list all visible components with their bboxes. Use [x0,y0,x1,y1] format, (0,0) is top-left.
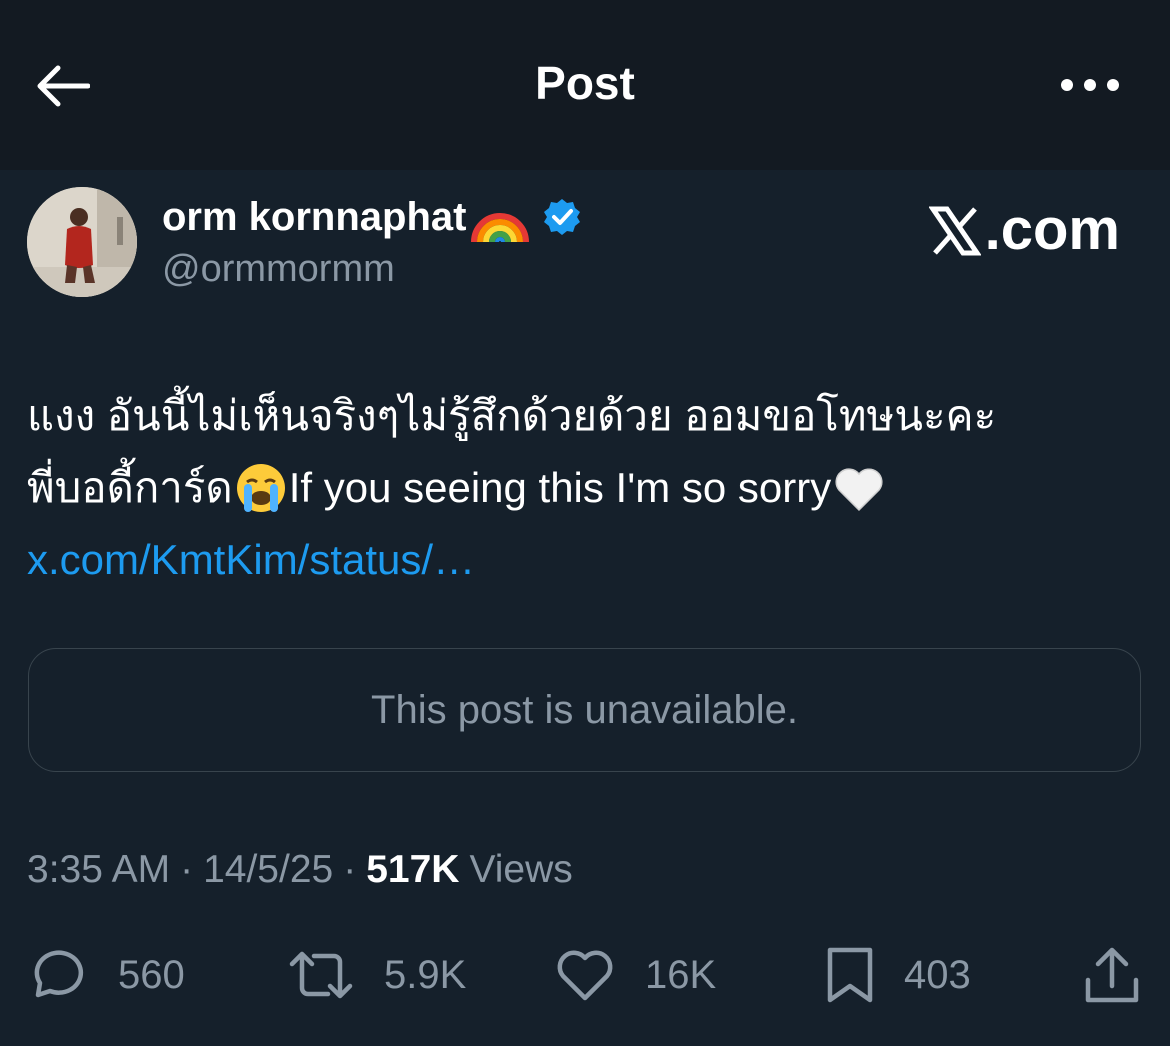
reply-count: 560 [118,952,185,997]
views-count[interactable]: 517K [366,848,459,892]
post-text-line-2: พี่บอดี้การ์ด If you seeing this I'm so … [27,452,1147,524]
like-count: 16K [645,952,717,997]
x-logo-icon [927,204,982,256]
author-name-row[interactable]: orm kornnaphat [162,190,582,244]
post-time[interactable]: 3:35 AM [27,848,170,892]
watermark: .com [927,196,1120,263]
page-title: Post [535,57,635,109]
arrow-left-icon [37,65,90,107]
top-bar: Post [0,0,1170,170]
watermark-text: .com [984,197,1120,262]
repost-icon [289,951,353,999]
white-heart-emoji [831,460,887,516]
share-icon [1085,947,1139,1003]
quoted-post-unavailable-text: This post is unavailable. [371,687,798,732]
share-button[interactable] [1084,935,1140,1015]
loudly-crying-face-emoji [233,460,289,516]
post-metadata: 3:35 AM · 14/5/25 · 517K Views [27,848,573,892]
meta-separator: · [343,848,357,891]
post-text: แงง อันนี้ไม่เห็นจริงๆไม่รู้สึกด้วยด้วย … [27,380,1147,596]
like-button[interactable]: 16K [555,935,716,1015]
meta-separator: · [180,848,194,891]
post-text-line-1: แงง อันนี้ไม่เห็นจริงๆไม่รู้สึกด้วยด้วย … [27,392,997,439]
avatar-image [27,187,137,297]
more-horizontal-icon [1061,79,1119,91]
bookmark-icon [827,947,873,1003]
bookmark-count: 403 [904,952,971,997]
reply-icon [34,950,84,998]
avatar[interactable] [27,187,137,297]
rainbow-emoji-icon [468,190,530,244]
repost-button[interactable]: 5.9K [288,935,466,1015]
verified-badge-icon [542,197,582,237]
reply-button[interactable]: 560 [28,935,185,1015]
post-link[interactable]: x.com/KmtKim/status/… [27,524,475,596]
quoted-post-card[interactable]: This post is unavailable. [28,648,1141,772]
heart-icon [557,950,613,1001]
views-label[interactable]: Views [469,848,572,892]
post-text-thai: พี่บอดี้การ์ด [27,464,233,511]
action-bar: 560 5.9K 16K 403 [0,935,1170,1015]
post-date[interactable]: 14/5/25 [203,848,333,892]
author-handle[interactable]: @ormmormm [162,248,395,291]
bookmark-button[interactable]: 403 [826,935,971,1015]
back-button[interactable] [30,58,94,114]
post-text-english: If you seeing this I'm so sorry [288,464,832,511]
repost-count: 5.9K [384,952,467,997]
display-name[interactable]: orm kornnaphat [162,195,466,240]
more-options-button[interactable] [1050,60,1130,110]
